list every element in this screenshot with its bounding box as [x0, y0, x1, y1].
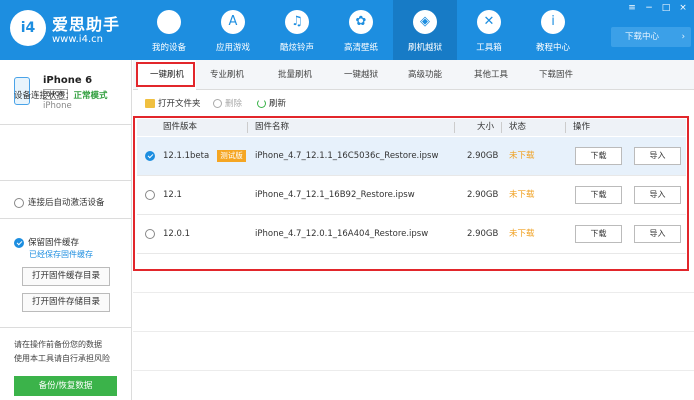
- connection-status-label: 设备连接状态：: [14, 91, 74, 101]
- download-center-button[interactable]: 下载中心 ›: [611, 27, 691, 47]
- empty-row-line: [133, 292, 694, 293]
- nav-label: 刷机越狱: [407, 43, 442, 53]
- tab-pro-flash[interactable]: 专业刷机: [210, 60, 244, 90]
- nav-label: 我的设备: [151, 43, 186, 53]
- keep-cache-checkbox[interactable]: 保留固件缓存: [14, 236, 79, 248]
- settings-icon[interactable]: ≡: [627, 3, 637, 13]
- empty-row-line: [133, 331, 694, 332]
- connection-status-value: 正常模式: [73, 91, 108, 101]
- highlight-box-tab: [136, 62, 195, 87]
- app-header: i4 爱思助手 www.i4.cn 我的设备 A 应用游戏 ♫ 酷炫铃声 ✿ 高…: [0, 0, 694, 60]
- nav-apps-games[interactable]: A 应用游戏: [201, 0, 265, 60]
- flower-icon: ✿: [349, 10, 373, 34]
- tools-icon: ✕: [477, 10, 501, 34]
- keep-cache-label: 保留固件缓存: [28, 238, 80, 248]
- tab-advanced[interactable]: 高级功能: [408, 60, 442, 90]
- nav-label: 工具箱: [476, 43, 502, 53]
- cache-status-text: 已经保存固件缓存: [29, 250, 93, 259]
- checkbox-checked-icon: [14, 237, 24, 248]
- nav-label: 酷炫铃声: [279, 43, 314, 53]
- open-store-dir-button[interactable]: 打开固件存储目录: [22, 293, 110, 312]
- device-name: iPhone 6: [43, 75, 93, 86]
- nav-my-device[interactable]: 我的设备: [137, 0, 201, 60]
- app-name: 爱思助手: [52, 15, 121, 34]
- dropbox-icon: ◈: [413, 10, 437, 34]
- device-model: iPhone: [43, 101, 72, 111]
- sidebar-divider: [0, 180, 132, 181]
- nav-ringtones[interactable]: ♫ 酷炫铃声: [265, 0, 329, 60]
- chevron-right-icon: ›: [681, 32, 685, 42]
- window-controls: ≡ − □ ×: [627, 3, 688, 13]
- minimize-icon[interactable]: −: [644, 3, 654, 13]
- folder-icon: [145, 99, 155, 108]
- open-folder-label: 打开文件夹: [158, 99, 201, 109]
- tab-other-tools[interactable]: 其他工具: [474, 60, 508, 90]
- empty-row-line: [133, 370, 694, 371]
- auto-activate-label: 连接后自动激活设备: [28, 198, 105, 208]
- warning-line-1: 请在操作前备份您的数据: [14, 340, 102, 349]
- delete-icon: [213, 99, 222, 108]
- nav-tutorials[interactable]: i 教程中心: [521, 0, 585, 60]
- refresh-button[interactable]: 刷新: [257, 97, 286, 109]
- sidebar-divider: [0, 218, 132, 219]
- sidebar-divider: [0, 327, 132, 328]
- info-icon: i: [541, 10, 565, 34]
- delete-label: 删除: [225, 99, 243, 109]
- highlight-box-table: [133, 116, 689, 271]
- tab-bar: 一键刷机 专业刷机 批量刷机 一键越狱 高级功能 其他工具 下载固件: [133, 60, 694, 90]
- auto-activate-checkbox[interactable]: 连接后自动激活设备: [14, 196, 105, 208]
- backup-restore-button[interactable]: 备份/恢复数据: [14, 376, 117, 396]
- close-icon[interactable]: ×: [678, 3, 688, 13]
- warning-line-2: 使用本工具请自行承担风险: [14, 354, 110, 363]
- nav-toolbox[interactable]: ✕ 工具箱: [457, 0, 521, 60]
- tab-one-click-jailbreak[interactable]: 一键越狱: [344, 60, 378, 90]
- app-url: www.i4.cn: [52, 34, 103, 45]
- delete-button[interactable]: 删除: [213, 97, 242, 109]
- nav-flash-jailbreak[interactable]: ◈ 刷机越狱: [393, 0, 457, 60]
- nav-label: 教程中心: [535, 43, 570, 53]
- open-cache-dir-button[interactable]: 打开固件缓存目录: [22, 267, 110, 286]
- app-logo: i4: [10, 10, 46, 46]
- open-folder-button[interactable]: 打开文件夹: [145, 97, 201, 109]
- sidebar-divider: [0, 124, 132, 125]
- tab-download-firmware[interactable]: 下载固件: [539, 60, 573, 90]
- refresh-icon: [257, 99, 266, 108]
- app-store-icon: A: [221, 10, 245, 34]
- connection-status: 设备连接状态：正常模式: [14, 89, 108, 101]
- apple-icon: [157, 10, 181, 34]
- bell-icon: ♫: [285, 10, 309, 34]
- tab-batch-flash[interactable]: 批量刷机: [278, 60, 312, 90]
- refresh-label: 刷新: [269, 99, 287, 109]
- nav-label: 应用游戏: [215, 43, 250, 53]
- nav-label: 高清壁纸: [343, 43, 378, 53]
- top-nav: 我的设备 A 应用游戏 ♫ 酷炫铃声 ✿ 高清壁纸 ◈ 刷机越狱 ✕ 工具箱 i…: [137, 0, 585, 60]
- download-center-label: 下载中心: [625, 32, 660, 42]
- nav-wallpapers[interactable]: ✿ 高清壁纸: [329, 0, 393, 60]
- maximize-icon[interactable]: □: [661, 3, 671, 13]
- radio-unchecked-icon: [14, 197, 24, 208]
